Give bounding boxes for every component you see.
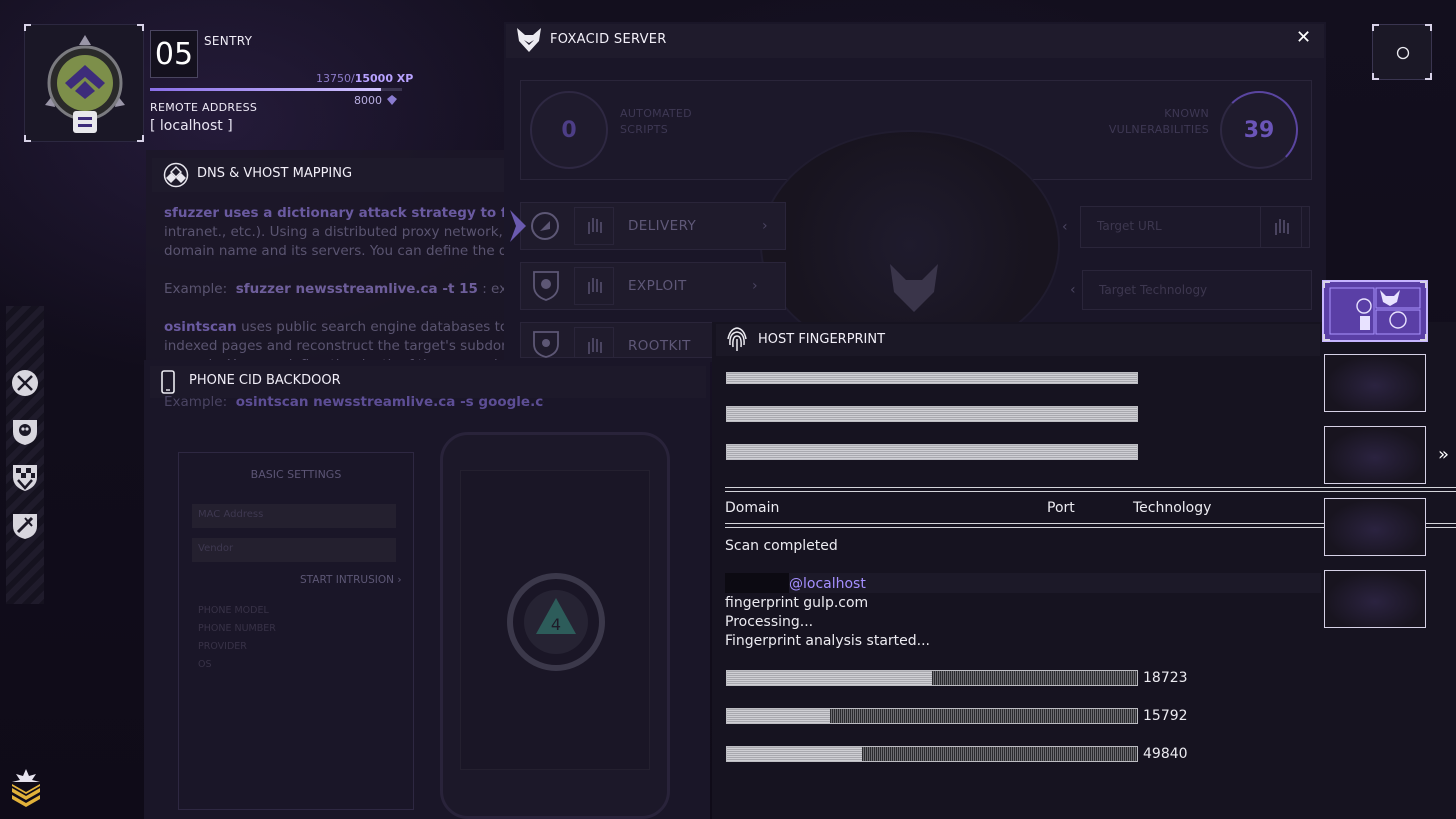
prompt-host: @localhost	[789, 576, 866, 592]
phone-icon	[161, 370, 175, 394]
window-thumbnail[interactable]	[1324, 498, 1426, 556]
window-thumbnail[interactable]	[1324, 570, 1426, 628]
fingerprint-progress-fill	[727, 747, 863, 761]
svg-text:4: 4	[551, 615, 561, 634]
circle-icon	[1396, 46, 1410, 60]
chevron-left-icon: ‹	[1070, 282, 1076, 298]
hand-icon	[588, 278, 602, 294]
dns-mapping-icon	[163, 162, 189, 188]
delivery-icon	[531, 212, 559, 240]
skull-shield-icon[interactable]	[10, 416, 40, 446]
stage-delivery-label: DELIVERY	[628, 218, 697, 234]
dns-example-overflow: Example: osintscan newsstreamlive.ca -s …	[164, 394, 544, 410]
fingerprint-value: 49840	[1143, 746, 1188, 762]
fingerprint-value: 18723	[1143, 670, 1188, 686]
remote-address-value: [ localhost ]	[150, 118, 233, 134]
double-chevron-right-icon[interactable]: »	[1438, 444, 1449, 465]
fingerprint-progress-bar	[726, 746, 1138, 762]
column-domain: Domain	[725, 500, 780, 516]
gear-shield-icon	[533, 331, 559, 358]
redacted-user	[725, 573, 789, 593]
chevron-right-icon: ›	[397, 574, 402, 586]
side-stripe	[6, 306, 44, 604]
window-thumbnail[interactable]	[1324, 354, 1426, 412]
column-port: Port	[1047, 500, 1075, 516]
host-fingerprint-title: HOST FINGERPRINT	[758, 332, 886, 347]
window-thumbnail[interactable]	[1324, 426, 1426, 484]
skull-shield-icon	[533, 271, 559, 301]
delivery-hand-slot[interactable]	[574, 207, 614, 245]
xp-progress-fill	[150, 88, 381, 91]
xp-text: 13750/15000 XP	[316, 72, 414, 85]
credits-icon	[386, 95, 397, 105]
table-divider	[725, 487, 1456, 492]
blade-shield-icon[interactable]	[10, 510, 40, 540]
fox-icon	[517, 28, 541, 52]
known-vulnerabilities-dial: 39	[1220, 91, 1298, 169]
chevron-left-icon: ‹	[1062, 219, 1068, 235]
close-icon[interactable]: ✕	[1296, 27, 1311, 48]
checkered-shield-icon[interactable]	[10, 462, 40, 492]
known-vulnerabilities-label: KNOWN VULNERABILITIES	[1108, 107, 1209, 136]
rank-emblem-icon	[45, 35, 125, 133]
automated-scripts-label: AUTOMATED SCRIPTS	[620, 107, 692, 136]
chevron-right-icon: ›	[752, 278, 758, 294]
fingerprint-value: 15792	[1143, 708, 1188, 724]
rank-chevrons-icon	[12, 769, 40, 807]
scan-progress-bar	[726, 406, 1138, 422]
mac-address-field[interactable]: MAC Address	[192, 504, 396, 528]
dns-vhost-description: sfuzzer uses a dictionary attack strateg…	[164, 205, 504, 373]
os-label: OS	[198, 659, 212, 670]
exploit-hand-slot[interactable]	[574, 267, 614, 305]
processing-text: Processing...	[725, 614, 814, 630]
foxacid-title: FOXACID SERVER	[550, 32, 667, 47]
player-badge[interactable]	[24, 24, 144, 142]
fox-emblem-icon	[890, 264, 938, 312]
window-thumbnail-active[interactable]	[1322, 280, 1428, 342]
automated-scripts-dial: 0	[530, 91, 608, 169]
vendor-field[interactable]: Vendor	[192, 538, 396, 562]
target-technology-field[interactable]: Target Technology	[1082, 270, 1312, 310]
active-stage-arrow-icon	[510, 210, 526, 242]
basic-settings-title: BASIC SETTINGS	[250, 468, 342, 481]
fingerprint-progress-fill	[727, 671, 932, 685]
phone-cid-title: PHONE CID BACKDOOR	[189, 373, 341, 388]
rootkit-hand-slot[interactable]	[574, 327, 614, 358]
scan-completed-text: Scan completed	[725, 538, 838, 554]
provider-label: PROVIDER	[198, 641, 247, 652]
phone-number-label: PHONE NUMBER	[198, 623, 276, 634]
start-intrusion-button[interactable]: START INTRUSION ›	[300, 574, 402, 586]
hand-icon	[588, 218, 602, 234]
hand-icon	[588, 338, 602, 354]
known-vulnerabilities-value: 39	[1243, 117, 1275, 143]
fingerprint-progress-bar	[726, 670, 1138, 686]
scan-progress-bar	[726, 444, 1138, 460]
fingerprint-icon	[727, 327, 747, 351]
window-preview-icon	[1329, 287, 1421, 335]
scan-progress-bar	[726, 372, 1138, 384]
fingerprint-progress-bar	[726, 708, 1138, 724]
crossed-tools-icon[interactable]	[10, 368, 40, 398]
analysis-started-text: Fingerprint analysis started...	[725, 633, 930, 649]
agency-seal-icon: 4	[507, 573, 605, 671]
chevron-right-icon: ›	[762, 218, 768, 234]
player-level: 05	[150, 30, 198, 78]
hand-icon	[1275, 219, 1289, 235]
dns-vhost-title: DNS & VHOST MAPPING	[197, 166, 353, 181]
column-technology: Technology	[1133, 500, 1212, 516]
stage-exploit-label: EXPLOIT	[628, 278, 687, 294]
target-url-hand-slot[interactable]	[1260, 206, 1302, 248]
phone-model-label: PHONE MODEL	[198, 605, 269, 616]
credits: 8000	[354, 94, 398, 107]
fingerprint-progress-fill	[727, 709, 830, 723]
stage-rootkit-label: ROOTKIT	[628, 338, 691, 354]
command-text: fingerprint gulp.com	[725, 595, 869, 611]
automated-scripts-value: 0	[561, 117, 577, 143]
player-rank: SENTRY	[204, 34, 253, 48]
menu-button[interactable]	[1372, 24, 1432, 80]
remote-address-label: REMOTE ADDRESS	[150, 101, 258, 114]
xp-progress-bar	[150, 88, 402, 91]
